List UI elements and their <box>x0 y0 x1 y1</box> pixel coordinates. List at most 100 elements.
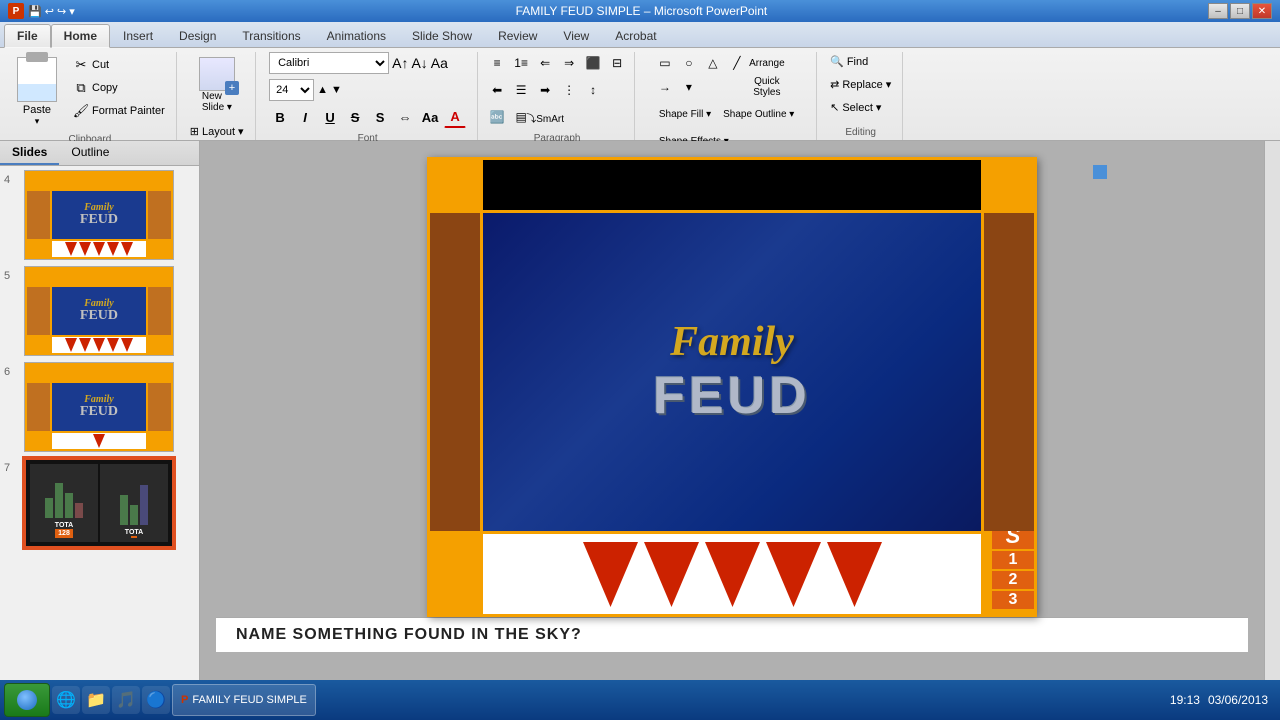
justify-button[interactable]: ⋮ <box>558 79 580 101</box>
taskbar-time: 19:13 <box>1170 693 1200 707</box>
text-direction2-button[interactable]: 🔤 <box>486 106 508 128</box>
font-size-select[interactable]: 24 <box>269 79 314 101</box>
slide-item-6[interactable]: 6 Family FEUD <box>4 362 195 452</box>
more-shapes-button[interactable]: ▾ <box>678 76 700 98</box>
grid-left-side <box>430 213 480 531</box>
cut-button[interactable]: ✂ Cut <box>68 54 170 76</box>
bullets-button[interactable]: ≡ <box>486 52 508 74</box>
shape-props-row: Shape Fill ▾ Shape Outline ▾ <box>654 103 799 125</box>
align-right-button[interactable]: ➡ <box>534 79 556 101</box>
panel-tabs: Slides Outline <box>0 141 199 166</box>
font-color-button[interactable]: A <box>444 106 466 128</box>
spacing-button[interactable]: ⇔ <box>394 106 416 128</box>
paste-button[interactable]: Paste ▾ <box>10 52 64 132</box>
clear-format-icon[interactable]: Aa <box>431 55 448 71</box>
replace-button[interactable]: ⇄ Replace ▾ <box>825 75 896 94</box>
rectangle-button[interactable]: ▭ <box>654 52 676 74</box>
quick-styles-button[interactable]: Quick Styles <box>756 76 778 98</box>
bold-button[interactable]: B <box>269 106 291 128</box>
slide-list: 4 Family FEUD <box>0 166 199 720</box>
ff-logo-6: Family FEUD <box>80 395 118 419</box>
logo-feud-text: FEUD <box>653 366 811 426</box>
close-button[interactable]: ✕ <box>1252 3 1272 19</box>
panel-tab-outline[interactable]: Outline <box>59 141 121 165</box>
taskbar-chrome[interactable]: 🔵 <box>142 686 170 714</box>
taskbar-ie[interactable]: 🌐 <box>52 686 80 714</box>
find-button[interactable]: 🔍 Find <box>825 52 873 71</box>
line-button[interactable]: ╱ <box>726 52 748 74</box>
tab-insert[interactable]: Insert <box>110 24 166 47</box>
arrange-button[interactable]: Arrange <box>756 52 778 74</box>
slide-item-7[interactable]: 7 TOTA 128 <box>4 458 195 548</box>
ff-logo-feud-4: FEUD <box>80 213 118 227</box>
font-up-icon[interactable]: ▲ <box>317 84 328 96</box>
slide-thumb-5[interactable]: Family FEUD <box>24 266 174 356</box>
format-painter-button[interactable]: 🖌 Format Painter <box>68 100 170 122</box>
center-5: Family FEUD <box>52 287 145 335</box>
select-button[interactable]: ↖ Select ▾ <box>825 98 886 117</box>
num-badge-3: 3 <box>992 591 1034 609</box>
tab-design[interactable]: Design <box>166 24 229 47</box>
shape-fill-button[interactable]: Shape Fill ▾ <box>654 103 716 125</box>
slide-item-5[interactable]: 5 Family FEUD <box>4 266 195 356</box>
start-button[interactable] <box>4 683 50 717</box>
arrow-button[interactable]: → <box>654 76 676 98</box>
tab-view[interactable]: View <box>550 24 602 47</box>
shape-outline-button[interactable]: Shape Outline ▾ <box>718 103 799 125</box>
chevron-5 <box>121 242 133 256</box>
bar-3 <box>65 493 73 518</box>
numbering-button[interactable]: 1≡ <box>510 52 532 74</box>
text-direction-button[interactable]: ↕ <box>582 79 604 101</box>
increase-indent-button[interactable]: ⇒ <box>558 52 580 74</box>
paste-arrow: ▾ <box>35 116 40 127</box>
corner-tr-6 <box>148 365 171 381</box>
slide-thumb-4[interactable]: Family FEUD <box>24 170 174 260</box>
side-left-5 <box>27 287 50 335</box>
underline-button[interactable]: U <box>319 106 341 128</box>
decrease-indent-button[interactable]: ⇐ <box>534 52 556 74</box>
tab-home[interactable]: Home <box>51 24 110 48</box>
slide-panel: Slides Outline 4 <box>0 141 200 720</box>
strikethrough-button[interactable]: S <box>344 106 366 128</box>
font-family-select[interactable]: Calibri <box>269 52 389 74</box>
smartart-button[interactable]: ⬛ <box>582 52 604 74</box>
taskbar-explorer[interactable]: 📁 <box>82 686 110 714</box>
font-shrink-icon[interactable]: A↓ <box>411 55 427 71</box>
columns-button[interactable]: ⊟ <box>606 52 628 74</box>
taskbar-right: 19:13 03/06/2013 <box>1170 693 1276 707</box>
panel-tab-slides[interactable]: Slides <box>0 141 59 165</box>
tab-animations[interactable]: Animations <box>314 24 399 47</box>
grid-corner-tl <box>430 160 480 210</box>
tab-slideshow[interactable]: Slide Show <box>399 24 485 47</box>
case-button[interactable]: Aa <box>419 106 441 128</box>
grid-center: Family FEUD <box>483 213 981 531</box>
font-grow-icon[interactable]: A↑ <box>392 55 408 71</box>
editing-content: 🔍 Find ⇄ Replace ▾ ↖ Select ▾ <box>825 52 896 125</box>
slide-thumb-7[interactable]: TOTA 128 TOTA <box>24 458 174 548</box>
italic-button[interactable]: I <box>294 106 316 128</box>
replace-icon: ⇄ <box>830 78 839 91</box>
minimize-button[interactable]: – <box>1208 3 1228 19</box>
copy-button[interactable]: ⧉ Copy <box>68 77 170 99</box>
vertical-scrollbar[interactable] <box>1264 141 1280 696</box>
align-left-button[interactable]: ⬅ <box>486 79 508 101</box>
main-slide-canvas[interactable]: Family FEUD <box>427 157 1037 617</box>
convert-smartart-button[interactable]: ⤵SmArt <box>534 106 556 128</box>
taskbar-powerpoint[interactable]: P FAMILY FEUD SIMPLE <box>172 684 316 716</box>
tab-acrobat[interactable]: Acrobat <box>602 24 669 47</box>
new-slide-button[interactable]: + NewSlide ▾ <box>192 52 242 118</box>
tab-transitions[interactable]: Transitions <box>229 24 313 47</box>
tab-review[interactable]: Review <box>485 24 550 47</box>
triangle-button[interactable]: △ <box>702 52 724 74</box>
tab-file[interactable]: File <box>4 24 51 48</box>
taskbar-media[interactable]: 🎵 <box>112 686 140 714</box>
slide-thumb-6[interactable]: Family FEUD <box>24 362 174 452</box>
circle-button[interactable]: ○ <box>678 52 700 74</box>
drawing-content: ▭ ○ △ ╱ → ▾ Arrange Quick Styles <box>654 52 799 155</box>
align-center-button[interactable]: ☰ <box>510 79 532 101</box>
font-down-icon[interactable]: ▼ <box>331 84 342 96</box>
slide-item-4[interactable]: 4 Family FEUD <box>4 170 195 260</box>
layout-button[interactable]: ⊞ Layout ▾ <box>185 122 249 141</box>
maximize-button[interactable]: □ <box>1230 3 1250 19</box>
shadow-button[interactable]: S <box>369 106 391 128</box>
